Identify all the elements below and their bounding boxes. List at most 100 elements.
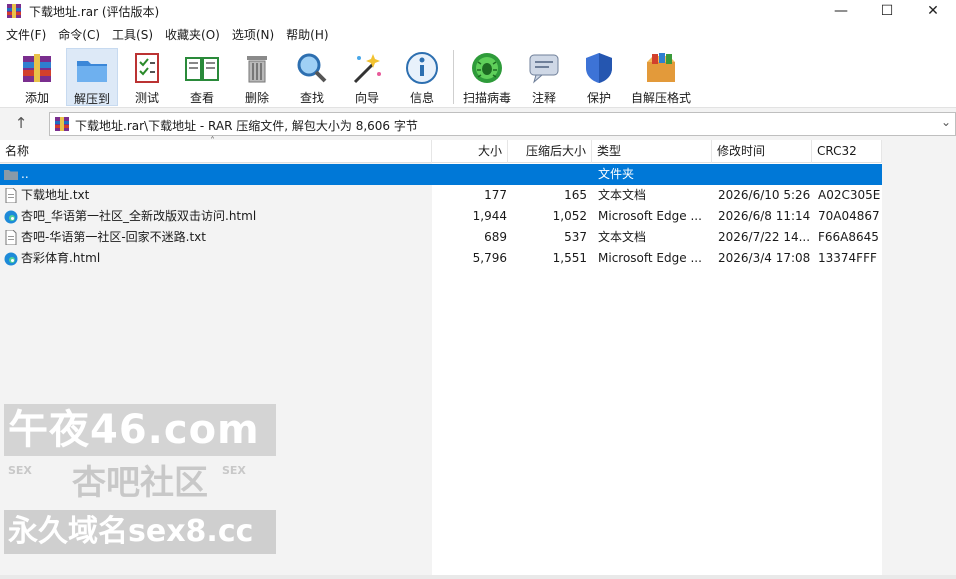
- trash-icon: [247, 56, 267, 83]
- winrar-app-icon: [7, 4, 21, 18]
- info-icon: [406, 52, 438, 84]
- sfx-label: 自解压格式: [630, 91, 691, 105]
- title-bar: 下载地址.rar (评估版本) — ☐ ✕: [0, 0, 956, 22]
- edge-html-icon: [4, 210, 18, 224]
- column-header: 名称 大小 压缩后大小 类型 修改时间 CRC32: [0, 140, 882, 163]
- wizard-wand-icon: [353, 54, 381, 84]
- view-label: 查看: [189, 91, 214, 105]
- info-button[interactable]: 信息: [396, 48, 448, 106]
- find-label: 查找: [299, 91, 324, 105]
- row-packed: 1,551: [552, 251, 587, 265]
- text-file-icon: [5, 230, 17, 245]
- column-name[interactable]: 名称: [0, 140, 432, 163]
- comment-button[interactable]: 注释: [518, 48, 570, 106]
- extract-to-button[interactable]: 解压到: [66, 48, 118, 106]
- menu-options[interactable]: 选项(N): [226, 22, 280, 44]
- row-type: Microsoft Edge ...: [598, 209, 702, 223]
- add-label: 添加: [24, 91, 49, 105]
- row-crc: 13374FFF: [818, 251, 877, 265]
- minimize-button[interactable]: —: [818, 0, 864, 22]
- extract-folder-icon: [77, 61, 107, 82]
- column-packed[interactable]: 压缩后大小: [508, 140, 592, 163]
- sfx-box-icon: [647, 53, 675, 82]
- table-row[interactable]: 杏吧_华语第一社区_全新改版双击访问.html 1,944 1,052 Micr…: [0, 206, 882, 227]
- row-size: 5,796: [472, 251, 507, 265]
- column-size[interactable]: 大小: [432, 140, 508, 163]
- row-type: Microsoft Edge ...: [598, 251, 702, 265]
- column-type[interactable]: 类型: [592, 140, 712, 163]
- wizard-label: 向导: [354, 91, 379, 105]
- delete-button[interactable]: 删除: [231, 48, 283, 106]
- row-name: 杏吧-华语第一社区-回家不迷路.txt: [21, 230, 206, 244]
- extract-to-label: 解压到: [73, 92, 110, 106]
- virus-scan-button[interactable]: 扫描病毒: [460, 48, 514, 106]
- toolbar-separator: [453, 50, 454, 104]
- watermark-line-3: 永久域名sex8.cc: [4, 510, 276, 554]
- close-icon: ✕: [927, 3, 939, 19]
- toolbar: 添加 解压到 测试 查看 删除 查找 向导 信息 扫描病毒 注释 保护 自解压格…: [0, 44, 956, 108]
- sfx-button[interactable]: 自解压格式: [628, 48, 694, 106]
- table-row[interactable]: 杏彩体育.html 5,796 1,551 Microsoft Edge ...…: [0, 248, 882, 269]
- watermark-sex-right: SEX: [222, 464, 246, 477]
- menu-tools[interactable]: 工具(S): [106, 22, 159, 44]
- row-type: 文本文档: [598, 188, 647, 202]
- minimize-icon: —: [834, 3, 848, 19]
- row-size: 1,944: [472, 209, 507, 223]
- row-crc: F66A8645: [818, 230, 879, 244]
- view-book-icon: [185, 57, 219, 81]
- protect-label: 保护: [586, 91, 611, 105]
- row-name: 下载地址.txt: [21, 188, 90, 202]
- info-label: 信息: [409, 91, 434, 105]
- row-name: 杏彩体育.html: [21, 251, 101, 265]
- row-modified: 2026/7/22 14...: [718, 230, 810, 244]
- test-checklist-icon: [135, 53, 159, 83]
- row-type: 文件夹: [598, 167, 635, 181]
- window-title: 下载地址.rar (评估版本): [29, 5, 160, 19]
- add-button[interactable]: 添加: [11, 48, 63, 106]
- row-size: 689: [484, 230, 507, 244]
- row-packed: 1,052: [552, 209, 587, 223]
- row-crc: A02C305E: [818, 188, 880, 202]
- row-modified: 2026/3/4 17:08: [718, 251, 810, 265]
- comment-label: 注释: [531, 91, 556, 105]
- test-label: 测试: [134, 91, 159, 105]
- column-modified[interactable]: 修改时间: [712, 140, 812, 163]
- menu-file[interactable]: 文件(F): [0, 22, 52, 44]
- find-button[interactable]: 查找: [286, 48, 338, 106]
- table-row[interactable]: 杏吧-华语第一社区-回家不迷路.txt 689 537 文本文档 2026/7/…: [0, 227, 882, 248]
- maximize-icon: ☐: [880, 3, 894, 19]
- table-row[interactable]: 下载地址.txt 177 165 文本文档 2026/6/10 5:26 A02…: [0, 185, 882, 206]
- row-crc: 70A04867: [818, 209, 880, 223]
- close-button[interactable]: ✕: [910, 0, 956, 22]
- wizard-button[interactable]: 向导: [341, 48, 393, 106]
- row-modified: 2026/6/10 5:26: [718, 188, 810, 202]
- table-row[interactable]: .. 文件夹: [0, 164, 882, 185]
- watermark-line-1: 午夜46.com: [4, 404, 276, 456]
- status-bar: [0, 575, 956, 579]
- test-button[interactable]: 测试: [121, 48, 173, 106]
- up-one-level-button[interactable]: ↑: [8, 114, 34, 134]
- virus-scan-icon: [472, 53, 502, 83]
- row-packed: 537: [564, 230, 587, 244]
- protect-button[interactable]: 保护: [573, 48, 625, 106]
- chevron-down-icon[interactable]: ⌄: [941, 115, 951, 129]
- menu-command[interactable]: 命令(C): [52, 22, 106, 44]
- row-type: 文本文档: [598, 230, 647, 244]
- folder-icon: [4, 170, 18, 180]
- row-size: 177: [484, 188, 507, 202]
- menu-bar: 文件(F) 命令(C) 工具(S) 收藏夹(O) 选项(N) 帮助(H): [0, 22, 956, 44]
- text-file-icon: [5, 188, 17, 203]
- row-name: ..: [21, 167, 29, 181]
- delete-label: 删除: [244, 91, 269, 105]
- view-button[interactable]: 查看: [176, 48, 228, 106]
- path-text: 下载地址.rar\下载地址 - RAR 压缩文件, 解包大小为 8,606 字节: [75, 119, 418, 133]
- row-packed: 165: [564, 188, 587, 202]
- column-crc[interactable]: CRC32: [812, 140, 882, 163]
- maximize-button[interactable]: ☐: [864, 0, 910, 22]
- menu-favorites[interactable]: 收藏夹(O): [159, 22, 226, 44]
- menu-help[interactable]: 帮助(H): [280, 22, 334, 44]
- add-archive-icon: [23, 54, 51, 82]
- virus-scan-label: 扫描病毒: [462, 91, 511, 105]
- path-combobox[interactable]: 下载地址.rar\下载地址 - RAR 压缩文件, 解包大小为 8,606 字节…: [49, 112, 956, 136]
- row-modified: 2026/6/8 11:14: [718, 209, 810, 223]
